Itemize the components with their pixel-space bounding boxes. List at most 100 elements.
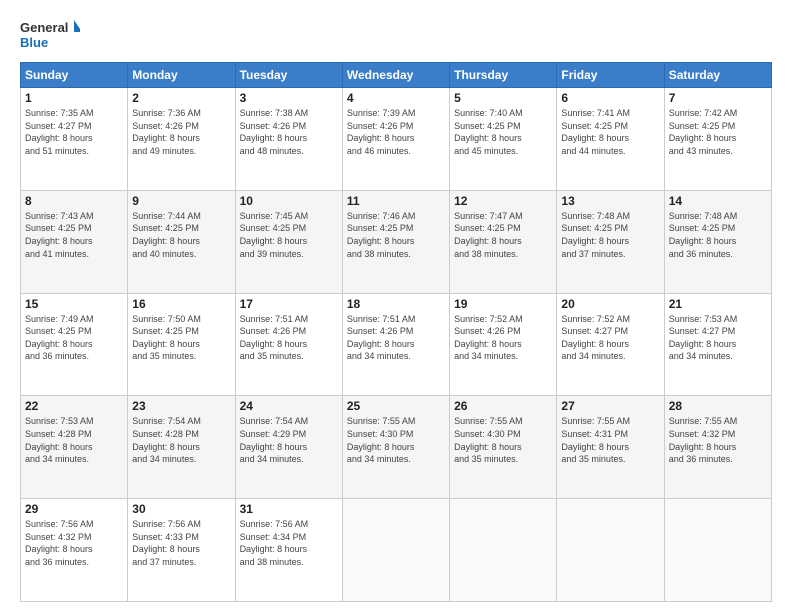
calendar-cell: 17 Sunrise: 7:51 AMSunset: 4:26 PMDayligh… <box>235 293 342 396</box>
day-info: Sunrise: 7:56 AMSunset: 4:32 PMDaylight:… <box>25 518 123 568</box>
day-number: 31 <box>240 502 338 516</box>
day-number: 1 <box>25 91 123 105</box>
day-info: Sunrise: 7:53 AMSunset: 4:28 PMDaylight:… <box>25 415 123 465</box>
day-info: Sunrise: 7:54 AMSunset: 4:28 PMDaylight:… <box>132 415 230 465</box>
calendar-cell: 5 Sunrise: 7:40 AMSunset: 4:25 PMDaylight… <box>450 88 557 191</box>
logo: General Blue <box>20 18 80 54</box>
day-info: Sunrise: 7:55 AMSunset: 4:32 PMDaylight:… <box>669 415 767 465</box>
header-monday: Monday <box>128 63 235 88</box>
calendar-cell: 9Sunrise: 7:44 AMSunset: 4:25 PMDaylight… <box>128 190 235 293</box>
header-sunday: Sunday <box>21 63 128 88</box>
calendar-header-row: SundayMondayTuesdayWednesdayThursdayFrid… <box>21 63 772 88</box>
day-info: Sunrise: 7:55 AMSunset: 4:31 PMDaylight:… <box>561 415 659 465</box>
day-info: Sunrise: 7:43 AMSunset: 4:25 PMDaylight:… <box>25 210 123 260</box>
day-number: 10 <box>240 194 338 208</box>
calendar-cell: 12 Sunrise: 7:47 AMSunset: 4:25 PMDayligh… <box>450 190 557 293</box>
day-number: 13 <box>561 194 659 208</box>
day-info: Sunrise: 7:56 AMSunset: 4:34 PMDaylight:… <box>240 518 338 568</box>
day-number: 12 <box>454 194 552 208</box>
calendar-cell: 30Sunrise: 7:56 AMSunset: 4:33 PMDayligh… <box>128 499 235 602</box>
day-info: Sunrise: 7:42 AMSunset: 4:25 PMDaylight:… <box>669 107 767 157</box>
day-info: Sunrise: 7:51 AMSunset: 4:26 PMDaylight:… <box>347 313 445 363</box>
day-info: Sunrise: 7:53 AMSunset: 4:27 PMDaylight:… <box>669 313 767 363</box>
day-number: 8 <box>25 194 123 208</box>
day-number: 23 <box>132 399 230 413</box>
calendar-cell: 26 Sunrise: 7:55 AMSunset: 4:30 PMDayligh… <box>450 396 557 499</box>
header-friday: Friday <box>557 63 664 88</box>
calendar-cell: 1Sunrise: 7:35 AMSunset: 4:27 PMDaylight… <box>21 88 128 191</box>
day-number: 18 <box>347 297 445 311</box>
calendar-cell: 10 Sunrise: 7:45 AMSunset: 4:25 PMDayligh… <box>235 190 342 293</box>
calendar-cell: 7 Sunrise: 7:42 AMSunset: 4:25 PMDaylight… <box>664 88 771 191</box>
day-info: Sunrise: 7:48 AMSunset: 4:25 PMDaylight:… <box>561 210 659 260</box>
day-info: Sunrise: 7:47 AMSunset: 4:25 PMDaylight:… <box>454 210 552 260</box>
day-info: Sunrise: 7:55 AMSunset: 4:30 PMDaylight:… <box>454 415 552 465</box>
day-number: 17 <box>240 297 338 311</box>
day-info: Sunrise: 7:46 AMSunset: 4:25 PMDaylight:… <box>347 210 445 260</box>
day-info: Sunrise: 7:52 AMSunset: 4:26 PMDaylight:… <box>454 313 552 363</box>
calendar-cell: 27 Sunrise: 7:55 AMSunset: 4:31 PMDayligh… <box>557 396 664 499</box>
calendar-cell <box>450 499 557 602</box>
day-info: Sunrise: 7:48 AMSunset: 4:25 PMDaylight:… <box>669 210 767 260</box>
day-info: Sunrise: 7:49 AMSunset: 4:25 PMDaylight:… <box>25 313 123 363</box>
week-row-4: 22 Sunrise: 7:53 AMSunset: 4:28 PMDayligh… <box>21 396 772 499</box>
calendar-cell: 11 Sunrise: 7:46 AMSunset: 4:25 PMDayligh… <box>342 190 449 293</box>
calendar-cell: 13 Sunrise: 7:48 AMSunset: 4:25 PMDayligh… <box>557 190 664 293</box>
calendar-cell: 20 Sunrise: 7:52 AMSunset: 4:27 PMDayligh… <box>557 293 664 396</box>
day-info: Sunrise: 7:55 AMSunset: 4:30 PMDaylight:… <box>347 415 445 465</box>
calendar-cell: 2 Sunrise: 7:36 AMSunset: 4:26 PMDaylight… <box>128 88 235 191</box>
day-info: Sunrise: 7:56 AMSunset: 4:33 PMDaylight:… <box>132 518 230 568</box>
calendar-cell: 4Sunrise: 7:39 AMSunset: 4:26 PMDaylight… <box>342 88 449 191</box>
day-number: 21 <box>669 297 767 311</box>
day-number: 6 <box>561 91 659 105</box>
day-number: 11 <box>347 194 445 208</box>
day-number: 28 <box>669 399 767 413</box>
week-row-3: 15Sunrise: 7:49 AMSunset: 4:25 PMDayligh… <box>21 293 772 396</box>
calendar-cell <box>342 499 449 602</box>
calendar-page: General Blue SundayMondayTuesdayWednesda… <box>0 0 792 612</box>
calendar-cell <box>557 499 664 602</box>
day-number: 26 <box>454 399 552 413</box>
week-row-2: 8 Sunrise: 7:43 AMSunset: 4:25 PMDaylight… <box>21 190 772 293</box>
calendar-cell: 16Sunrise: 7:50 AMSunset: 4:25 PMDayligh… <box>128 293 235 396</box>
header-tuesday: Tuesday <box>235 63 342 88</box>
day-info: Sunrise: 7:51 AMSunset: 4:26 PMDaylight:… <box>240 313 338 363</box>
header-wednesday: Wednesday <box>342 63 449 88</box>
calendar-cell: 25 Sunrise: 7:55 AMSunset: 4:30 PMDayligh… <box>342 396 449 499</box>
calendar-cell: 22 Sunrise: 7:53 AMSunset: 4:28 PMDayligh… <box>21 396 128 499</box>
svg-text:General: General <box>20 20 68 35</box>
header-saturday: Saturday <box>664 63 771 88</box>
calendar-cell: 19 Sunrise: 7:52 AMSunset: 4:26 PMDayligh… <box>450 293 557 396</box>
day-info: Sunrise: 7:38 AMSunset: 4:26 PMDaylight:… <box>240 107 338 157</box>
calendar-cell: 18 Sunrise: 7:51 AMSunset: 4:26 PMDayligh… <box>342 293 449 396</box>
day-number: 22 <box>25 399 123 413</box>
calendar-cell: 28 Sunrise: 7:55 AMSunset: 4:32 PMDayligh… <box>664 396 771 499</box>
day-info: Sunrise: 7:50 AMSunset: 4:25 PMDaylight:… <box>132 313 230 363</box>
svg-text:Blue: Blue <box>20 35 48 50</box>
calendar-cell: 6 Sunrise: 7:41 AMSunset: 4:25 PMDaylight… <box>557 88 664 191</box>
day-number: 14 <box>669 194 767 208</box>
calendar-cell: 3 Sunrise: 7:38 AMSunset: 4:26 PMDaylight… <box>235 88 342 191</box>
day-number: 19 <box>454 297 552 311</box>
day-number: 27 <box>561 399 659 413</box>
calendar-cell: 29 Sunrise: 7:56 AMSunset: 4:32 PMDayligh… <box>21 499 128 602</box>
top-section: General Blue <box>20 18 772 54</box>
day-number: 5 <box>454 91 552 105</box>
calendar-cell: 23 Sunrise: 7:54 AMSunset: 4:28 PMDayligh… <box>128 396 235 499</box>
day-info: Sunrise: 7:45 AMSunset: 4:25 PMDaylight:… <box>240 210 338 260</box>
day-info: Sunrise: 7:39 AMSunset: 4:26 PMDaylight:… <box>347 107 445 157</box>
day-number: 7 <box>669 91 767 105</box>
day-number: 3 <box>240 91 338 105</box>
calendar-cell: 14 Sunrise: 7:48 AMSunset: 4:25 PMDayligh… <box>664 190 771 293</box>
day-number: 25 <box>347 399 445 413</box>
day-number: 29 <box>25 502 123 516</box>
logo-svg: General Blue <box>20 18 80 54</box>
day-info: Sunrise: 7:52 AMSunset: 4:27 PMDaylight:… <box>561 313 659 363</box>
day-info: Sunrise: 7:40 AMSunset: 4:25 PMDaylight:… <box>454 107 552 157</box>
calendar-cell <box>664 499 771 602</box>
day-number: 20 <box>561 297 659 311</box>
day-number: 2 <box>132 91 230 105</box>
calendar-cell: 8 Sunrise: 7:43 AMSunset: 4:25 PMDaylight… <box>21 190 128 293</box>
day-info: Sunrise: 7:41 AMSunset: 4:25 PMDaylight:… <box>561 107 659 157</box>
day-info: Sunrise: 7:36 AMSunset: 4:26 PMDaylight:… <box>132 107 230 157</box>
